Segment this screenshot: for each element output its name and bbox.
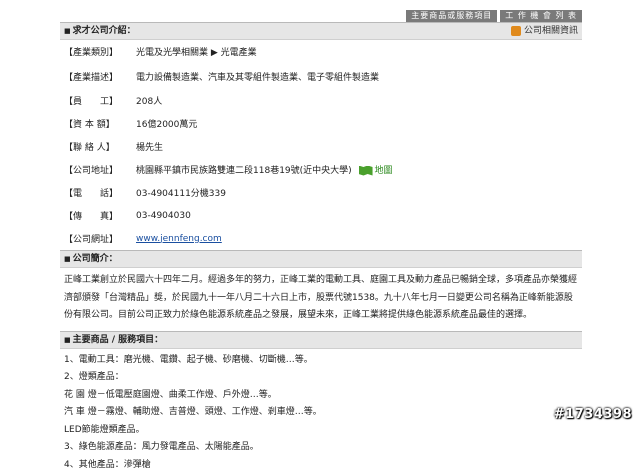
info-label: 【產業描述】	[64, 72, 119, 83]
bullet-icon: ■	[64, 255, 71, 263]
product-line: 花 園 燈－低電壓庭園燈、曲柔工作燈、戶外燈…等。	[64, 389, 277, 400]
company-info-table: 【產業類別】 光電及光學相關業 ▶ 光電產業 【產業描述】 電力設備製造業、汽車…	[60, 40, 582, 250]
website-link[interactable]: www.jennfeng.com	[136, 234, 222, 244]
info-row-contact: 【聯 絡 人】 楊先生	[60, 135, 582, 158]
info-label: 【資 本 額】	[64, 120, 115, 130]
info-row-industry: 【產業類別】 光電及光學相關業 ▶ 光電產業	[60, 40, 582, 63]
bullet-icon: ■	[64, 335, 71, 344]
company-info-icon	[510, 26, 521, 36]
bullet-icon: ■	[64, 27, 71, 35]
map-link[interactable]: 地圖	[355, 165, 393, 176]
info-value: 208人	[136, 97, 163, 107]
tab-job-list[interactable]: 工 作 機 會 列 表	[500, 10, 582, 22]
watermark-id: #1734398	[553, 407, 632, 422]
info-value: 楊先生	[136, 143, 164, 153]
info-label: 【產業類別】	[64, 48, 119, 58]
products-title: 主要商品 / 服務項目：	[72, 334, 164, 345]
related-info-label: 公司相關資訊	[523, 26, 578, 36]
info-label: 【電 話】	[64, 189, 119, 199]
info-row-website: 【公司網址】 www.jennfeng.com	[60, 227, 582, 250]
company-page: 主要商品或服務項目 工 作 機 會 列 表 ■ 求才公司介紹： 公司相關資訊 【產…	[60, 10, 582, 475]
map-icon	[358, 165, 373, 176]
info-value: 16億2000萬元	[136, 120, 198, 130]
product-line: 4、其他產品：滲彈槍	[64, 460, 151, 471]
info-value: 03-4904030	[136, 210, 191, 221]
product-line: 2、燈類產品：	[64, 372, 124, 383]
tab-products-services[interactable]: 主要商品或服務項目	[406, 10, 498, 22]
info-value: 03-4904111分機339	[136, 189, 226, 199]
info-label: 【聯 絡 人】	[64, 143, 115, 153]
products-list: 1、電動工具：磨光機、電鑽、起子機、砂磨機、切斷機…等。 2、燈類產品： 花 園…	[60, 349, 582, 475]
company-intro-title: 公司簡介：	[72, 254, 118, 264]
address-value: 桃園縣平鎮市民族路雙連二段118巷19號(近中央大學)	[136, 166, 352, 176]
info-label: 【傳 真】	[64, 212, 119, 222]
company-info-title: 求才公司介紹：	[72, 26, 136, 36]
top-tabs: 主要商品或服務項目 工 作 機 會 列 表	[60, 10, 582, 22]
info-value: 光電及光學相關業 ▶ 光電產業	[136, 48, 257, 58]
info-row-fax: 【傳 真】 03-4904030	[60, 204, 582, 227]
product-line: 1、電動工具：磨光機、電鑽、起子機、砂磨機、切斷機…等。	[64, 354, 313, 365]
related-info-link[interactable]: 公司相關資訊	[510, 23, 578, 39]
info-row-employees: 【員 工】 208人	[60, 89, 582, 112]
info-row-phone: 【電 話】 03-4904111分機339	[60, 181, 582, 204]
info-value: 電力設備製造業、汽車及其零組件製造業、電子零組件製造業	[136, 72, 380, 83]
info-row-address: 【公司地址】 桃園縣平鎮市民族路雙連二段118巷19號(近中央大學) 地圖	[60, 158, 582, 181]
info-label: 【公司網址】	[64, 235, 119, 245]
product-line: 3、綠色能源產品：風力發電產品、太陽能產品。	[64, 442, 259, 453]
company-intro-text: 正峰工業創立於民國六十四年二月。經過多年的努力，正峰工業的電動工具、庭園工具及動…	[64, 275, 578, 320]
address-cell: 桃園縣平鎮市民族路雙連二段118巷19號(近中央大學) 地圖	[118, 158, 582, 181]
company-info-header: ■ 求才公司介紹： 公司相關資訊	[60, 22, 582, 40]
website-cell: www.jennfeng.com	[118, 227, 582, 250]
info-label: 【員 工】	[64, 97, 119, 107]
product-line: 汽 車 燈－霧燈、輔助燈、吉普燈、頭燈、工作燈、剎車燈…等。	[64, 407, 322, 418]
product-line: LED節能燈類產品。	[64, 424, 145, 435]
info-row-capital: 【資 本 額】 16億2000萬元	[60, 112, 582, 135]
company-intro-header: ■ 公司簡介：	[60, 250, 582, 268]
info-row-description: 【產業描述】 電力設備製造業、汽車及其零組件製造業、電子零組件製造業	[60, 63, 582, 89]
products-header: ■ 主要商品 / 服務項目：	[60, 330, 582, 349]
map-label: 地圖	[374, 166, 393, 176]
info-label: 【公司地址】	[64, 166, 119, 176]
